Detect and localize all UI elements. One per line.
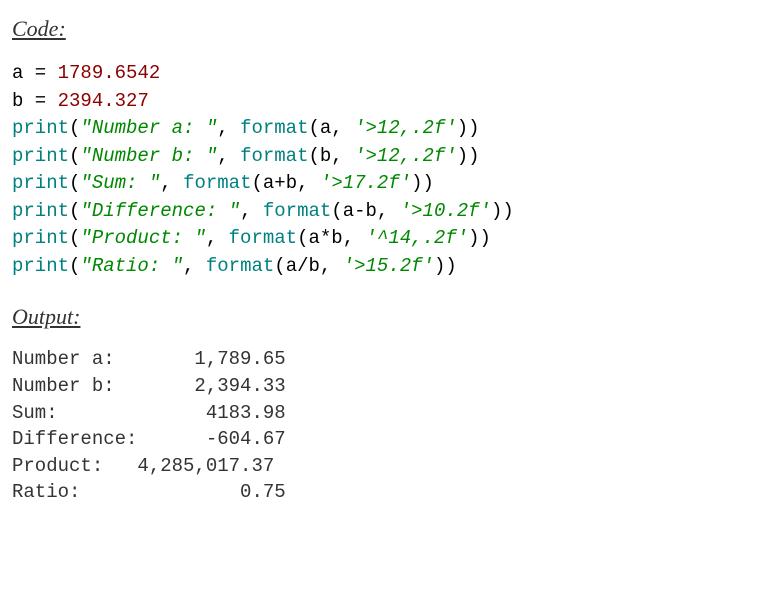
code-line-1: a = 1789.6542 <box>12 62 160 84</box>
output-line-4: Difference: -604.67 <box>12 428 286 450</box>
code-line-8: print("Ratio: ", format(a/b, '>15.2f')) <box>12 255 457 277</box>
output-line-2: Number b: 2,394.33 <box>12 375 286 397</box>
code-line-4: print("Number b: ", format(b, '>12,.2f')… <box>12 145 480 167</box>
code-line-7: print("Product: ", format(a*b, '^14,.2f'… <box>12 227 491 249</box>
output-line-1: Number a: 1,789.65 <box>12 348 286 370</box>
output-heading: Output: <box>12 304 756 330</box>
output-block: Number a: 1,789.65 Number b: 2,394.33 Su… <box>12 346 756 506</box>
output-line-3: Sum: 4183.98 <box>12 402 286 424</box>
code-block: a = 1789.6542 b = 2394.327 print("Number… <box>12 60 756 280</box>
code-line-6: print("Difference: ", format(a-b, '>10.2… <box>12 200 514 222</box>
code-line-2: b = 2394.327 <box>12 90 149 112</box>
output-line-6: Ratio: 0.75 <box>12 481 286 503</box>
code-line-5: print("Sum: ", format(a+b, '>17.2f')) <box>12 172 434 194</box>
code-line-3: print("Number a: ", format(a, '>12,.2f')… <box>12 117 480 139</box>
code-heading: Code: <box>12 16 756 42</box>
output-line-5: Product: 4,285,017.37 <box>12 455 286 477</box>
